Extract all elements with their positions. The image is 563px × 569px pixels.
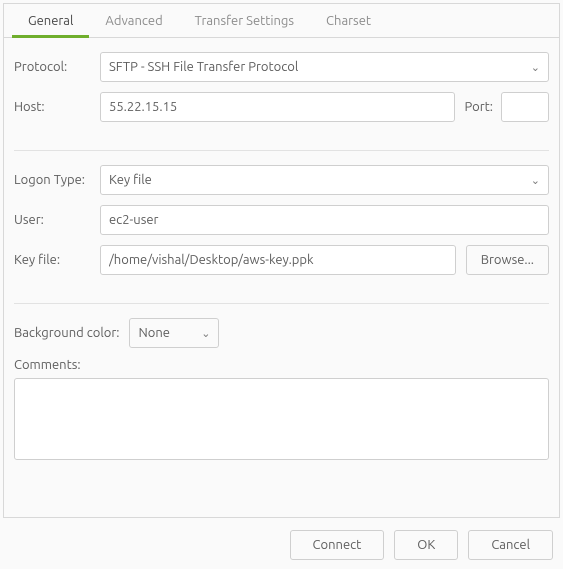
key-file-label: Key file: — [14, 253, 100, 267]
user-input[interactable] — [100, 205, 549, 235]
logon-type-label: Logon Type: — [14, 173, 100, 187]
protocol-select[interactable]: SFTP - SSH File Transfer Protocol ⌄ — [100, 52, 549, 82]
ok-button[interactable]: OK — [394, 530, 458, 560]
tab-general[interactable]: General — [12, 4, 89, 38]
comments-textarea[interactable] — [14, 378, 549, 460]
browse-button[interactable]: Browse... — [466, 245, 549, 275]
chevron-down-icon: ⌄ — [201, 327, 210, 340]
key-file-input[interactable] — [100, 245, 456, 275]
cancel-button[interactable]: Cancel — [468, 530, 553, 560]
chevron-down-icon: ⌄ — [531, 61, 540, 74]
user-label: User: — [14, 213, 100, 227]
logon-type-select[interactable]: Key file ⌄ — [100, 165, 549, 195]
divider — [14, 150, 549, 151]
tab-advanced[interactable]: Advanced — [89, 4, 178, 37]
background-color-label: Background color: — [14, 326, 119, 340]
protocol-label: Protocol: — [14, 60, 100, 74]
comments-label: Comments: — [14, 358, 549, 372]
dialog-footer: Connect OK Cancel — [0, 518, 563, 560]
connect-button[interactable]: Connect — [290, 530, 385, 560]
tab-transfer-settings[interactable]: Transfer Settings — [179, 4, 310, 37]
chevron-down-icon: ⌄ — [531, 174, 540, 187]
host-input[interactable] — [100, 92, 455, 122]
protocol-value: SFTP - SSH File Transfer Protocol — [109, 60, 298, 74]
settings-panel: General Advanced Transfer Settings Chars… — [3, 3, 560, 518]
host-label: Host: — [14, 100, 100, 114]
port-input[interactable] — [501, 92, 549, 122]
tab-content: Protocol: SFTP - SSH File Transfer Proto… — [4, 38, 559, 473]
port-label: Port: — [465, 100, 493, 114]
tab-charset[interactable]: Charset — [310, 4, 387, 37]
background-color-value: None — [138, 326, 170, 340]
tab-bar: General Advanced Transfer Settings Chars… — [4, 4, 559, 38]
logon-type-value: Key file — [109, 173, 152, 187]
background-color-select[interactable]: None ⌄ — [129, 318, 219, 348]
divider — [14, 303, 549, 304]
